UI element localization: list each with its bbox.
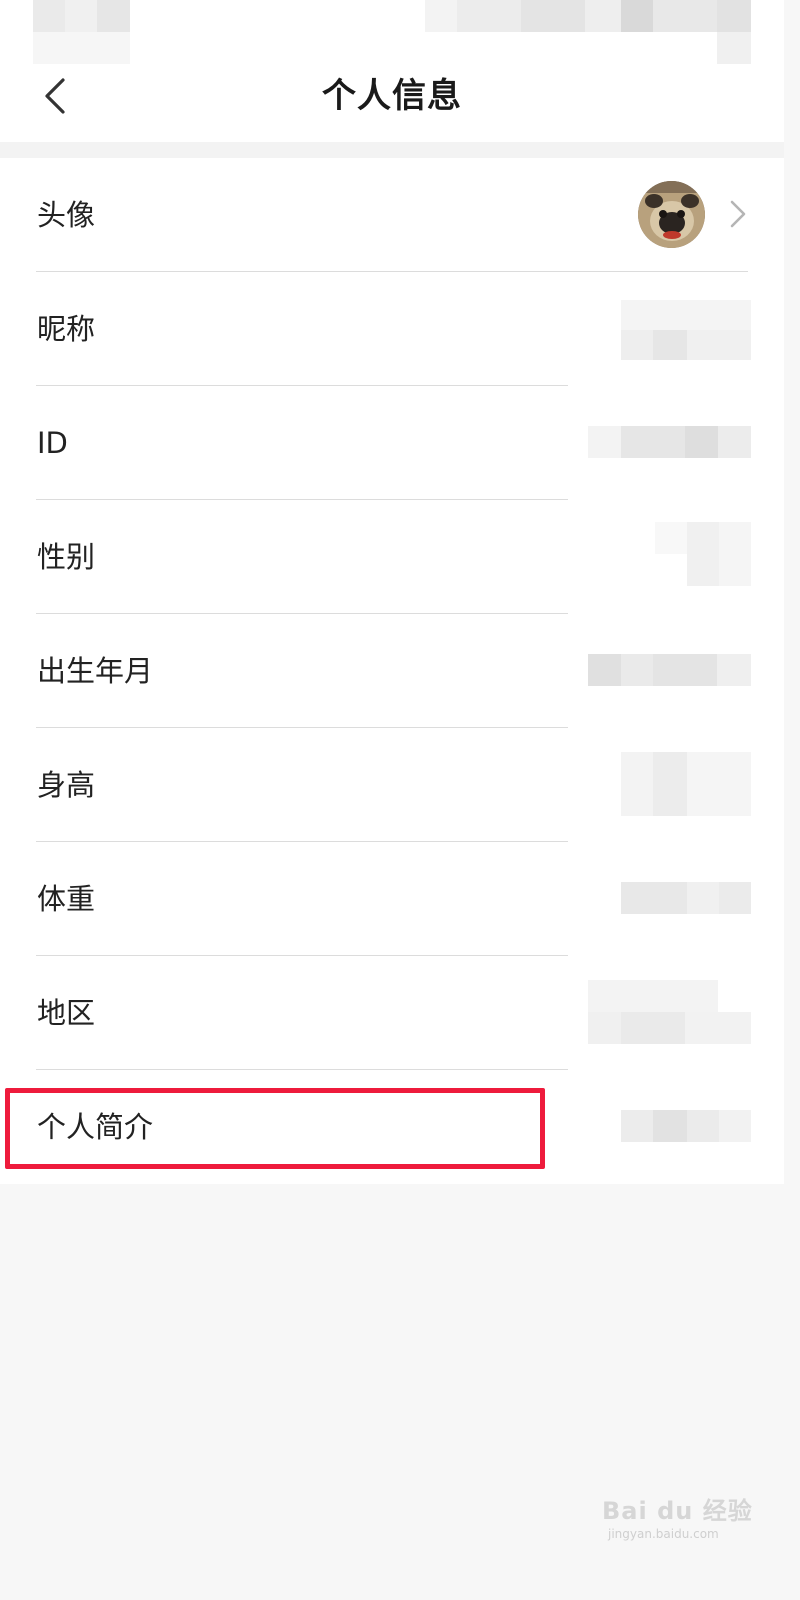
row-label: 头像 <box>37 198 96 232</box>
row-height[interactable]: 身高 <box>0 728 784 842</box>
row-label: 昵称 <box>37 312 96 346</box>
status-pixel <box>97 0 130 32</box>
row-label: 性别 <box>37 540 96 574</box>
chevron-left-icon <box>45 78 65 114</box>
status-pixel <box>65 0 97 32</box>
page-title: 个人信息 <box>322 76 462 116</box>
row-weight[interactable]: 体重 <box>0 842 784 956</box>
row-bio[interactable]: 个人简介 <box>0 1070 784 1184</box>
section-gap <box>0 142 784 158</box>
status-bar <box>0 0 784 66</box>
row-label: 个人简介 <box>37 1110 154 1144</box>
status-pixel <box>33 32 130 64</box>
watermark: Bai du 经验 jingyan.baidu.com <box>598 1483 758 1553</box>
status-pixel <box>585 0 621 32</box>
status-pixel <box>33 0 65 32</box>
row-birth-date[interactable]: 出生年月 <box>0 614 784 728</box>
row-label: 地区 <box>37 996 96 1030</box>
profile-list: 头像 昵称 ID 性别 出生年月 身高 体重 地区 个人简介 <box>0 158 784 1184</box>
chevron-right-icon <box>730 200 746 228</box>
row-region[interactable]: 地区 <box>0 956 784 1070</box>
status-pixel <box>425 0 457 32</box>
status-pixel <box>717 0 751 32</box>
row-id[interactable]: ID <box>0 386 784 500</box>
back-button[interactable] <box>30 66 80 126</box>
avatar <box>638 181 705 248</box>
row-label: 身高 <box>37 768 96 802</box>
status-pixel <box>621 0 653 32</box>
nav-bar: 个人信息 <box>0 66 784 142</box>
row-label: 出生年月 <box>37 654 154 688</box>
row-label: 体重 <box>37 882 96 916</box>
status-pixel <box>717 32 751 64</box>
row-gender[interactable]: 性别 <box>0 500 784 614</box>
watermark-url: jingyan.baidu.com <box>608 1527 719 1541</box>
status-pixel <box>653 0 717 32</box>
watermark-logo: Bai du 经验 <box>602 1497 753 1525</box>
status-pixel <box>521 0 585 32</box>
row-avatar[interactable]: 头像 <box>0 158 784 272</box>
status-pixel <box>457 0 521 32</box>
row-label: ID <box>37 426 68 460</box>
row-nickname[interactable]: 昵称 <box>0 272 784 386</box>
pug-avatar-image <box>638 181 705 248</box>
